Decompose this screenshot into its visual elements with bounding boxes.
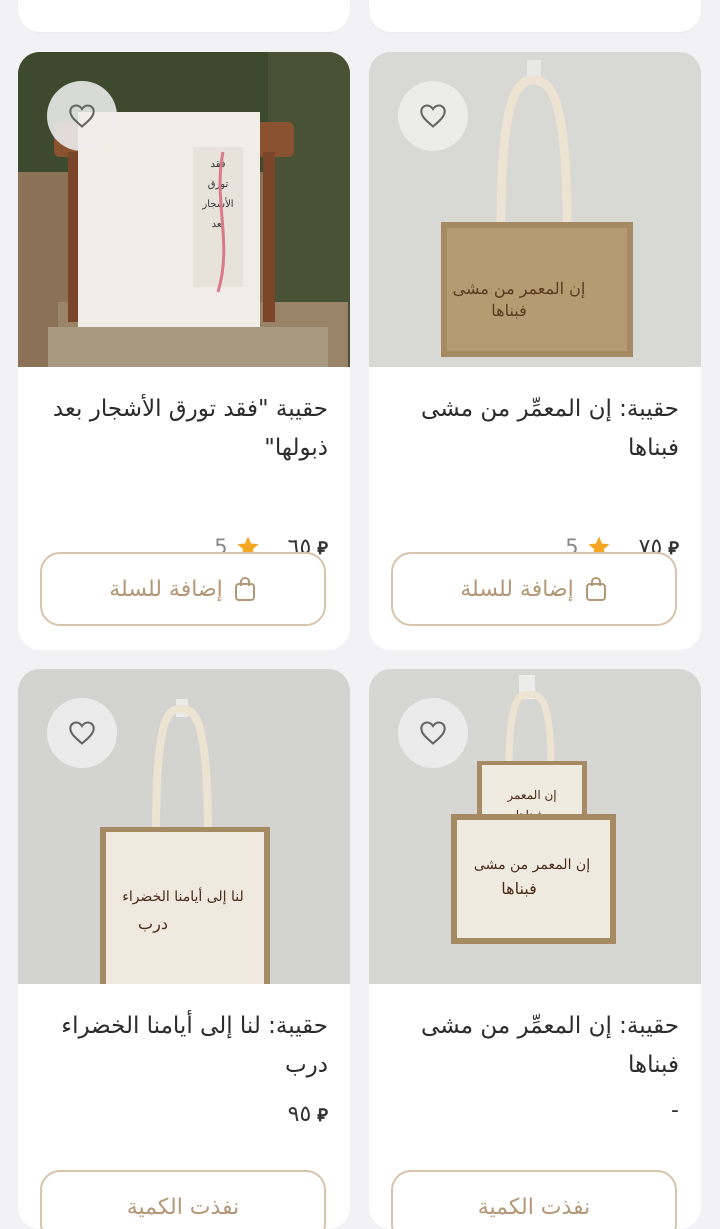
- product-title[interactable]: حقيبة: إن المعمِّر من مشى فبناها: [389, 390, 679, 468]
- svg-text:فقد: فقد: [210, 159, 225, 170]
- svg-text:تورق: تورق: [208, 179, 229, 190]
- svg-text:درب: درب: [138, 914, 168, 933]
- price-row: ⃁ ٩٥: [288, 1096, 328, 1132]
- currency-symbol: ⃁: [317, 537, 328, 559]
- product-card[interactable]: لنا إلى أيامنا الخضراء درب حقيبة: لنا إل…: [18, 669, 350, 1229]
- product-title[interactable]: حقيبة "فقد تورق الأشجار بعد ذبولها": [38, 390, 328, 468]
- price-value: ٩٥: [287, 1101, 312, 1127]
- heart-icon: [69, 104, 95, 128]
- currency-symbol: ⃁: [317, 1104, 328, 1126]
- product-image[interactable]: فقد تورق الأشجار بعد: [18, 52, 350, 367]
- out-of-stock-label: نفذت الكمية: [477, 1194, 591, 1220]
- product-price: -: [671, 1098, 679, 1123]
- product-title[interactable]: حقيبة: لنا إلى أيامنا الخضراء درب: [38, 1007, 328, 1085]
- product-card[interactable]: إن المعمر من مشى فبناها حقيبة: إن المعمِ…: [369, 52, 701, 650]
- add-to-cart-button[interactable]: إضافة للسلة: [391, 552, 677, 626]
- product-image[interactable]: إن المعمر فبناها إن المعمر من مشى فبناها: [369, 669, 701, 984]
- product-image[interactable]: لنا إلى أيامنا الخضراء درب: [18, 669, 350, 984]
- product-card[interactable]: إن المعمر فبناها إن المعمر من مشى فبناها…: [369, 669, 701, 1229]
- svg-text:فبناها: فبناها: [491, 301, 527, 320]
- add-to-cart-label: إضافة للسلة: [460, 576, 574, 602]
- svg-text:الأشجار: الأشجار: [201, 198, 233, 210]
- previous-product-card: [369, 0, 701, 32]
- favorite-button[interactable]: [398, 698, 468, 768]
- shopping-bag-icon: [234, 576, 255, 601]
- svg-text:إن المعمر من مشى: إن المعمر من مشى: [453, 279, 586, 298]
- product-price: ⃁ ٩٥: [288, 1102, 328, 1127]
- out-of-stock-label: نفذت الكمية: [126, 1194, 240, 1220]
- add-to-cart-label: إضافة للسلة: [109, 576, 223, 602]
- favorite-button[interactable]: [47, 698, 117, 768]
- heart-icon: [69, 721, 95, 745]
- product-title[interactable]: حقيبة: إن المعمِّر من مشى فبناها: [389, 1007, 679, 1085]
- currency-symbol: ⃁: [668, 537, 679, 559]
- heart-icon: [420, 104, 446, 128]
- add-to-cart-button[interactable]: إضافة للسلة: [40, 552, 326, 626]
- svg-text:إن المعمر من مشى: إن المعمر من مشى: [474, 857, 590, 873]
- svg-text:فبناها: فبناها: [501, 879, 537, 898]
- heart-icon: [420, 721, 446, 745]
- favorite-button[interactable]: [47, 81, 117, 151]
- svg-text:إن المعمر: إن المعمر: [506, 788, 556, 803]
- svg-text:لنا إلى أيامنا الخضراء: لنا إلى أيامنا الخضراء: [122, 886, 244, 905]
- previous-product-card: [18, 0, 350, 32]
- favorite-button[interactable]: [398, 81, 468, 151]
- shopping-bag-icon: [585, 576, 606, 601]
- product-card[interactable]: فقد تورق الأشجار بعد حقيبة "فقد تورق الأ…: [18, 52, 350, 650]
- product-image[interactable]: إن المعمر من مشى فبناها: [369, 52, 701, 367]
